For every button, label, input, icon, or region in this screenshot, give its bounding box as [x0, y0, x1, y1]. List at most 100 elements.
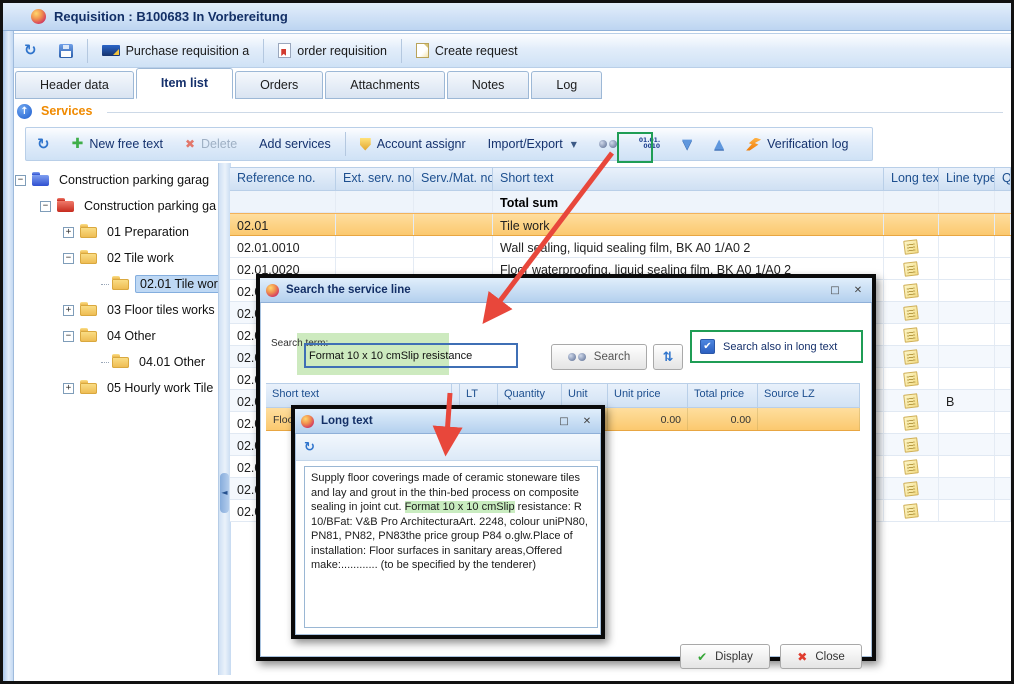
tree-item[interactable]: −Construction parking garag	[15, 167, 218, 193]
tab-attachments[interactable]: Attachments	[325, 71, 444, 99]
folder-icon	[80, 331, 97, 342]
collapse-section-icon[interactable]: ↑	[17, 104, 32, 119]
rcol-total-price[interactable]: Total price	[688, 384, 758, 407]
cell-line-type	[939, 324, 995, 345]
close-button[interactable]: ✖ Close	[780, 644, 862, 669]
long-text-note-icon[interactable]	[903, 327, 919, 343]
long-text-note-icon[interactable]	[903, 261, 919, 277]
table-row[interactable]: 02.01.0010Wall sealing, liquid sealing f…	[230, 236, 1011, 258]
rcol-quantity[interactable]: Quantity	[498, 384, 562, 407]
cell-reference-no: 02.01.0010	[230, 236, 336, 257]
long-text-note-icon[interactable]	[903, 393, 919, 409]
close-icon[interactable]: ✕	[579, 416, 595, 427]
cell-quantity	[995, 214, 1011, 235]
search-term-input[interactable]	[304, 343, 518, 368]
search-button[interactable]: Search	[551, 344, 647, 370]
toolbar-separator	[263, 39, 264, 63]
long-text-note-icon[interactable]	[903, 349, 919, 365]
rcol-unit-price[interactable]: Unit price	[608, 384, 688, 407]
move-down-button[interactable]: ▼	[671, 131, 703, 157]
rcol-short-text[interactable]: Short text	[266, 384, 452, 407]
collapse-icon[interactable]: −	[40, 201, 51, 212]
purchase-requisition-button[interactable]: Purchase requisition a	[91, 38, 261, 64]
col-short-text[interactable]: Short text	[493, 168, 884, 190]
col-quantity[interactable]: Qu	[995, 168, 1011, 190]
cell-line-type	[939, 478, 995, 499]
new-free-text-button[interactable]: ✚ New free text	[61, 131, 174, 157]
save-button[interactable]	[48, 38, 84, 64]
tree-item[interactable]: −Construction parking ga	[15, 193, 218, 219]
collapse-icon[interactable]: −	[15, 175, 26, 186]
col-line-type[interactable]: Line type	[939, 168, 995, 190]
long-text-note-icon[interactable]	[903, 503, 919, 519]
cell-quantity	[995, 434, 1011, 455]
tree-item[interactable]: −04 Other	[15, 323, 218, 349]
tree-item[interactable]: +05 Hourly work Tile	[15, 375, 218, 401]
long-text-note-icon[interactable]	[903, 283, 919, 299]
refresh-services-button[interactable]: ↻	[26, 131, 61, 157]
create-request-button[interactable]: Create request	[405, 38, 529, 64]
account-assignment-button[interactable]: Account assignr	[349, 131, 477, 157]
table-row[interactable]: 02.01Tile work	[230, 213, 1011, 236]
order-requisition-button[interactable]: order requisition	[267, 38, 398, 64]
application-window: Requisition : B100683 In Vorbereitung ↻ …	[0, 0, 1014, 684]
long-text-note-icon[interactable]	[903, 305, 919, 321]
refresh-button[interactable]: ↻	[13, 38, 48, 64]
rcol-source-lz[interactable]: Source LZ	[758, 384, 860, 407]
search-long-text-option[interactable]: ✔ Search also in long text	[690, 330, 863, 363]
col-reference-no[interactable]: Reference no.	[230, 168, 336, 190]
table-row[interactable]: Total sum	[230, 191, 1011, 213]
tree-item[interactable]: − 02 Tile work	[15, 245, 218, 271]
cell-long-text	[884, 500, 939, 521]
tab-notes[interactable]: Notes	[447, 71, 530, 99]
cell-short-text: Tile work	[493, 214, 884, 235]
tab-orders[interactable]: Orders	[235, 71, 323, 99]
checkbox-checked-icon[interactable]: ✔	[700, 339, 715, 354]
folder-icon	[112, 357, 129, 368]
long-text-note-icon[interactable]	[903, 415, 919, 431]
rcol-lt[interactable]: LT	[460, 384, 498, 407]
maximize-icon[interactable]: □	[827, 285, 843, 296]
delete-button[interactable]: ✖ Delete	[174, 131, 248, 157]
expand-icon[interactable]: +	[63, 305, 74, 316]
tab-log[interactable]: Log	[531, 71, 602, 99]
long-text-note-icon[interactable]	[903, 459, 919, 475]
tree-item[interactable]: 02.01 Tile work	[15, 271, 218, 297]
tree-item[interactable]: +03 Floor tiles works	[15, 297, 218, 323]
close-icon[interactable]: ✕	[850, 285, 866, 296]
col-serv-mat-no[interactable]: Serv./Mat. no.	[414, 168, 493, 190]
rcol-unit[interactable]: Unit	[562, 384, 608, 407]
expand-icon[interactable]: +	[63, 227, 74, 238]
tree-item[interactable]: +01 Preparation	[15, 219, 218, 245]
refresh-icon[interactable]: ↻	[304, 440, 315, 455]
collapse-icon[interactable]: −	[63, 253, 74, 264]
long-text-note-icon[interactable]	[903, 371, 919, 387]
long-text-dialog-titlebar[interactable]: Long text □ ✕	[295, 409, 601, 434]
left-scroll-strip[interactable]	[3, 31, 14, 681]
move-up-button[interactable]: ▲	[703, 131, 735, 157]
col-long-text[interactable]: Long text	[884, 168, 939, 190]
long-text-note-icon[interactable]	[903, 239, 919, 255]
expand-icon[interactable]: +	[63, 383, 74, 394]
verification-log-button[interactable]: Verification log	[735, 131, 859, 157]
display-button[interactable]: ✔ Display	[680, 644, 770, 669]
cell-quantity	[995, 280, 1011, 301]
tab-header-data[interactable]: Header data	[15, 71, 134, 99]
long-text-content[interactable]: Supply floor coverings made of ceramic s…	[304, 466, 598, 628]
long-text-note-icon[interactable]	[903, 481, 919, 497]
tree-item-label: 02 Tile work	[103, 250, 178, 266]
cell-quantity	[995, 302, 1011, 323]
col-ext-serv-no[interactable]: Ext. serv. no.	[336, 168, 414, 190]
import-export-dropdown[interactable]: Import/Export ▼	[477, 131, 588, 157]
folder-icon	[80, 227, 97, 238]
long-text-note-icon[interactable]	[903, 437, 919, 453]
collapse-icon[interactable]: −	[63, 331, 74, 342]
maximize-icon[interactable]: □	[556, 416, 572, 427]
tree-item[interactable]: 04.01 Other	[15, 349, 218, 375]
tab-item-list[interactable]: Item list	[136, 68, 233, 99]
add-services-button[interactable]: Add services	[248, 131, 342, 157]
search-dialog-titlebar[interactable]: Search the service line □ ✕	[260, 278, 872, 303]
sort-button[interactable]: ⇅	[653, 344, 683, 370]
cell-quantity	[995, 478, 1011, 499]
splitter-collapse-handle[interactable]: ◄	[220, 473, 229, 513]
